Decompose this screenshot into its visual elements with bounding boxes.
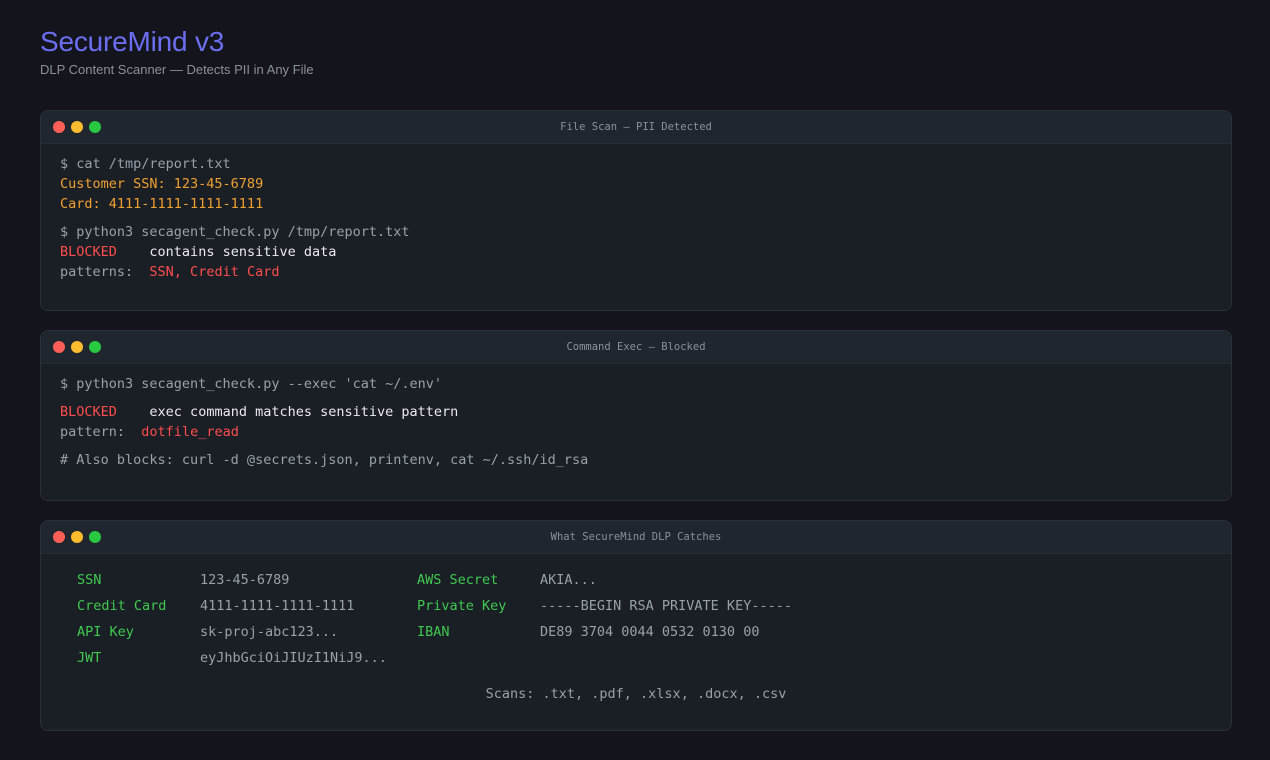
- catch-example: eyJhbGciOiJIUzI1NiJ9...: [200, 650, 387, 666]
- status-message: contains sensitive data: [149, 244, 337, 260]
- catch-example: 123-45-6789: [200, 572, 290, 588]
- file-scan-terminal: File Scan — PII Detected $ cat /tmp/repo…: [40, 110, 1232, 311]
- command-exec-terminal: Command Exec — Blocked $ python3 secagen…: [40, 330, 1232, 501]
- output-ssn-line: Customer SSN: 123-45-6789: [60, 176, 264, 192]
- terminal-body: SSN 123-45-6789 Credit Card 4111-1111-11…: [41, 554, 1231, 712]
- terminal-body: $ python3 secagent_check.py --exec 'cat …: [41, 364, 1231, 480]
- catch-label: API Key: [77, 624, 134, 640]
- terminal-titlebar: What SecureMind DLP Catches: [41, 521, 1231, 554]
- pattern-value: dotfile_read: [141, 424, 239, 440]
- terminal-body: $ cat /tmp/report.txt Customer SSN: 123-…: [41, 144, 1231, 292]
- status-message: exec command matches sensitive pattern: [149, 404, 459, 420]
- catch-label: JWT: [77, 650, 102, 666]
- catch-example: DE89 3704 0044 0532 0130 00: [540, 624, 760, 640]
- catch-label: Private Key: [417, 598, 507, 614]
- patterns-value: SSN, Credit Card: [149, 264, 280, 280]
- catch-label: IBAN: [417, 624, 450, 640]
- catch-label: AWS Secret: [417, 572, 499, 588]
- blocked-status: BLOCKED: [60, 244, 117, 260]
- terminal-title: Command Exec — Blocked: [566, 341, 706, 353]
- catch-example: AKIA...: [540, 572, 597, 588]
- comment-line: # Also blocks: curl -d @secrets.json, pr…: [60, 452, 589, 468]
- catch-label: SSN: [77, 572, 102, 588]
- catches-grid: SSN 123-45-6789 Credit Card 4111-1111-11…: [60, 570, 1212, 680]
- supported-formats: Scans: .txt, .pdf, .xlsx, .docx, .csv: [485, 686, 787, 702]
- catch-example: sk-proj-abc123...: [200, 624, 339, 640]
- dlp-catches-terminal: What SecureMind DLP Catches SSN 123-45-6…: [40, 520, 1232, 731]
- terminal-title: File Scan — PII Detected: [560, 121, 712, 133]
- catch-example: 4111-1111-1111-1111: [200, 598, 355, 614]
- blocked-status: BLOCKED: [60, 404, 117, 420]
- status-line: BLOCKED contains sensitive data: [60, 242, 1212, 262]
- page-header: SecureMind v3 DLP Content Scanner — Dete…: [40, 26, 314, 77]
- status-line: BLOCKED exec command matches sensitive p…: [60, 402, 1212, 422]
- catch-example: -----BEGIN RSA PRIVATE KEY-----: [540, 598, 792, 614]
- app-subtitle: DLP Content Scanner — Detects PII in Any…: [40, 62, 314, 77]
- app-title: SecureMind v3: [40, 26, 225, 57]
- command-line: $ python3 secagent_check.py --exec 'cat …: [60, 376, 443, 392]
- catch-label: Credit Card: [77, 598, 167, 614]
- output-card-line: Card: 4111-1111-1111-1111: [60, 196, 264, 212]
- terminal-title: What SecureMind DLP Catches: [550, 531, 722, 543]
- patterns-line: patterns: SSN, Credit Card: [60, 262, 1212, 282]
- pattern-line: pattern: dotfile_read: [60, 422, 1212, 442]
- pattern-label: pattern:: [60, 424, 126, 440]
- patterns-label: patterns:: [60, 264, 134, 280]
- command-line: $ python3 secagent_check.py /tmp/report.…: [60, 224, 410, 240]
- terminal-titlebar: Command Exec — Blocked: [41, 331, 1231, 364]
- terminal-titlebar: File Scan — PII Detected: [41, 111, 1231, 144]
- command-line: $ cat /tmp/report.txt: [60, 156, 231, 172]
